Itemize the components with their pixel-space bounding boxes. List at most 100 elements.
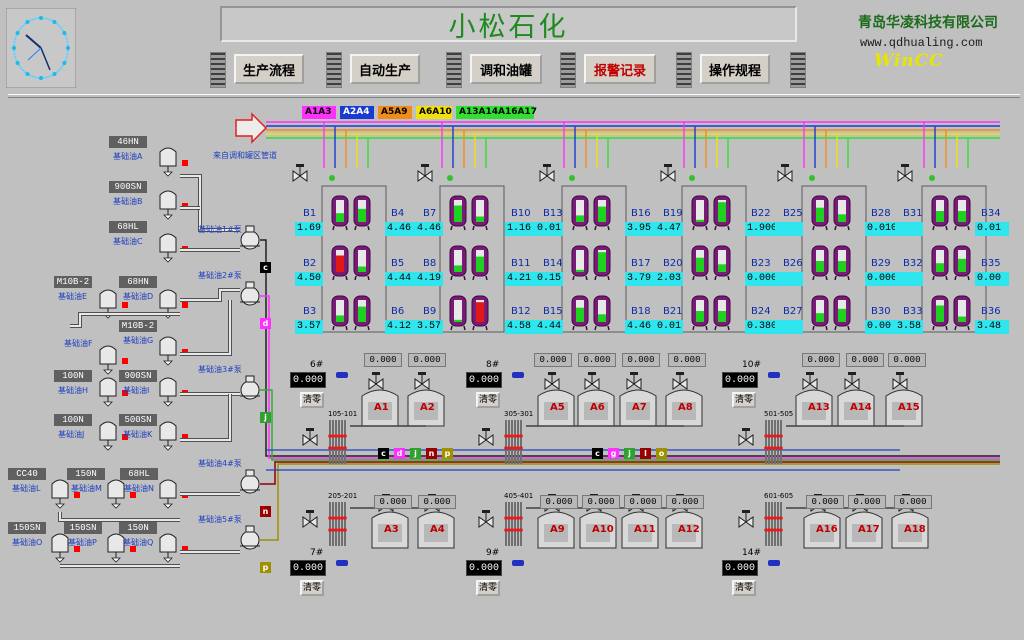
nav-button-procedures[interactable]: 操作规程: [700, 54, 770, 84]
tank-icon[interactable]: [99, 421, 117, 451]
valve-icon[interactable]: [292, 164, 308, 182]
valve-icon[interactable]: [777, 164, 793, 182]
pump-icon[interactable]: [240, 469, 260, 494]
valve-icon[interactable]: [368, 372, 384, 390]
nav-button-auto[interactable]: 自动生产: [350, 54, 420, 84]
b-tank[interactable]: [471, 295, 489, 331]
tank-icon[interactable]: [51, 479, 69, 509]
b-tank[interactable]: [833, 295, 851, 331]
b-tank[interactable]: [593, 295, 611, 331]
pump-icon[interactable]: [240, 225, 260, 250]
b-tank[interactable]: [691, 245, 709, 281]
b-tank[interactable]: [931, 245, 949, 281]
legend-item: A6A10: [416, 106, 452, 119]
b-tank[interactable]: [811, 195, 829, 231]
b-tank[interactable]: [833, 245, 851, 281]
pump-icon[interactable]: [240, 525, 260, 550]
b-tank[interactable]: [353, 295, 371, 331]
tank-icon[interactable]: [159, 190, 177, 220]
pump-icon[interactable]: [240, 375, 260, 400]
b-tank[interactable]: [331, 195, 349, 231]
tank-icon[interactable]: [159, 479, 177, 509]
pump-icon[interactable]: [240, 281, 260, 306]
b-tank[interactable]: [811, 245, 829, 281]
valve-icon[interactable]: [844, 372, 860, 390]
b-tank[interactable]: [953, 195, 971, 231]
b-tank[interactable]: [931, 295, 949, 331]
b-tank[interactable]: [691, 195, 709, 231]
b-tank-label: B17: [631, 258, 651, 269]
b-tank[interactable]: [953, 245, 971, 281]
pipe: [180, 174, 240, 232]
station-reset-button[interactable]: 清零: [732, 392, 756, 408]
b-tank[interactable]: [811, 295, 829, 331]
b-tank[interactable]: [571, 245, 589, 281]
b-tank[interactable]: [833, 195, 851, 231]
valve-icon[interactable]: [544, 372, 560, 390]
station-reset-button[interactable]: 清零: [300, 580, 324, 596]
tank-icon[interactable]: [159, 377, 177, 407]
b-tank[interactable]: [593, 245, 611, 281]
source-tank-label: 900SN: [109, 181, 147, 193]
station-reset-button[interactable]: 清零: [300, 392, 324, 408]
valve-icon[interactable]: [672, 372, 688, 390]
b-tank[interactable]: [449, 195, 467, 231]
valve-icon[interactable]: [802, 372, 818, 390]
valve-icon[interactable]: [414, 372, 430, 390]
valve-icon[interactable]: [302, 428, 318, 446]
b-tank[interactable]: [593, 195, 611, 231]
valve-icon[interactable]: [478, 428, 494, 446]
valve-icon[interactable]: [302, 510, 318, 528]
b-tank[interactable]: [571, 195, 589, 231]
valve-icon[interactable]: [660, 164, 676, 182]
tank-icon[interactable]: [99, 289, 117, 319]
valve-icon[interactable]: [738, 510, 754, 528]
source-tank-name: 基础油B: [113, 197, 143, 206]
tank-icon[interactable]: [159, 421, 177, 451]
b-tank[interactable]: [571, 295, 589, 331]
valve-icon[interactable]: [626, 372, 642, 390]
valve-icon[interactable]: [478, 510, 494, 528]
b-tank[interactable]: [449, 245, 467, 281]
b-tank[interactable]: [953, 295, 971, 331]
station-reset-button[interactable]: 清零: [732, 580, 756, 596]
b-tank[interactable]: [691, 295, 709, 331]
b-tank[interactable]: [713, 245, 731, 281]
station-reset-button[interactable]: 清零: [476, 580, 500, 596]
b-tank[interactable]: [931, 195, 949, 231]
nav-button-alarms[interactable]: 报警记录: [584, 54, 656, 84]
b-tank[interactable]: [449, 295, 467, 331]
a-tank-label: A11: [634, 524, 656, 535]
tank-icon[interactable]: [159, 233, 177, 263]
b-tank[interactable]: [713, 295, 731, 331]
tank-icon[interactable]: [107, 533, 125, 563]
valve-icon[interactable]: [892, 372, 908, 390]
nav-button-process[interactable]: 生产流程: [234, 54, 304, 84]
tank-value-box: 0.000: [848, 495, 886, 509]
tank-icon[interactable]: [99, 377, 117, 407]
valve-icon[interactable]: [417, 164, 433, 182]
b-tank[interactable]: [713, 195, 731, 231]
nav-button-tanks[interactable]: 调和油罐: [470, 54, 542, 84]
tank-icon[interactable]: [159, 147, 177, 177]
tank-icon[interactable]: [99, 345, 117, 375]
b-tank-value: 4.58: [505, 320, 539, 334]
tank-icon[interactable]: [159, 533, 177, 563]
b-tank[interactable]: [353, 245, 371, 281]
b-tank[interactable]: [353, 195, 371, 231]
b-tank[interactable]: [471, 195, 489, 231]
b-tank[interactable]: [471, 245, 489, 281]
station-reset-button[interactable]: 清零: [476, 392, 500, 408]
valve-icon[interactable]: [897, 164, 913, 182]
tank-value-box: 0.000: [364, 353, 402, 367]
tank-icon[interactable]: [51, 533, 69, 563]
b-tank[interactable]: [331, 245, 349, 281]
valve-icon[interactable]: [738, 428, 754, 446]
valve-icon[interactable]: [584, 372, 600, 390]
tank-icon[interactable]: [107, 479, 125, 509]
tank-icon[interactable]: [159, 289, 177, 319]
station-flow-counter: 0.000: [466, 560, 502, 576]
valve-icon[interactable]: [539, 164, 555, 182]
tank-icon[interactable]: [159, 336, 177, 366]
b-tank[interactable]: [331, 295, 349, 331]
